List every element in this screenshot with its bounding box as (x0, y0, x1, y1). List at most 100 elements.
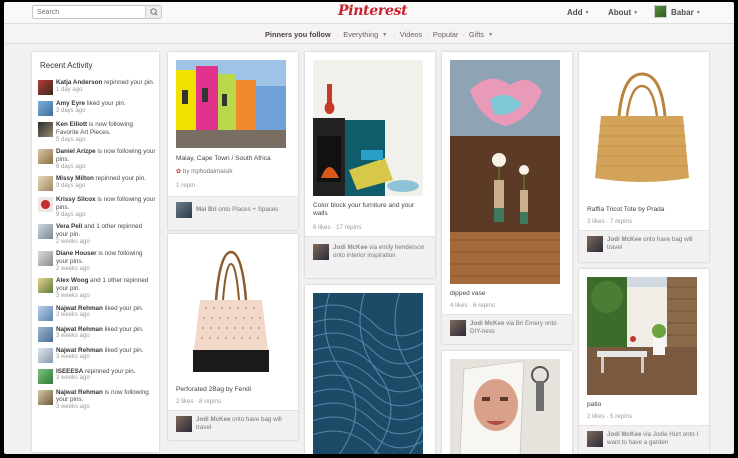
chevron-down-icon: ▼ (382, 32, 388, 38)
activity-user[interactable]: Missy Milton (56, 175, 94, 182)
activity-item[interactable]: Missy Milton repinned your pin. 9 days ag… (38, 175, 156, 192)
pinterest-logo[interactable]: Pinterest (338, 3, 408, 19)
everything-menu[interactable]: Everything ▼ (343, 30, 389, 39)
activity-user[interactable]: Ken Elliott (56, 121, 87, 128)
activity-thumbnail[interactable] (38, 251, 53, 267)
activity-item[interactable]: Vera Pell and 1 other repinned your pin.… (38, 223, 156, 246)
activity-user[interactable]: Katja Anderson (56, 79, 102, 86)
pin-perforated-bag[interactable]: Perforated 2Bag by Fendi 2 likes · 8 rep… (168, 234, 298, 440)
add-menu[interactable]: Add ▼ (567, 8, 590, 17)
activity-user[interactable]: ISEEESA (56, 368, 83, 375)
pin-via[interactable]: via Jodie Hurt (643, 431, 681, 438)
activity-thumbnail[interactable] (38, 149, 53, 165)
user-avatar[interactable] (654, 5, 667, 18)
pin-cape-town[interactable]: Malay, Cape Town / South Africa ✿ by mph… (168, 52, 298, 230)
activity-user[interactable]: Najwat Rehman (56, 389, 103, 396)
pinner-avatar[interactable] (176, 202, 192, 218)
activity-item[interactable]: Krissy Silcox is now following your pins… (38, 196, 156, 219)
pin-raffia-tote[interactable]: Raffia Tricot Tote by Prada 3 likes · 7 … (579, 52, 709, 262)
user-menu[interactable]: Babar ▼ (671, 8, 701, 17)
pinner-name[interactable]: Jodi McKee (470, 320, 504, 327)
pin-color-block[interactable]: Color block your furniture and your wall… (305, 52, 435, 278)
pin-board[interactable]: onto interior inspiration (333, 252, 396, 259)
popular-link[interactable]: Popular (433, 30, 458, 39)
activity-item[interactable]: Najwat Rehman liked your pin. 3 weeks ago (38, 305, 156, 322)
pinner-name[interactable]: Jodi McKee (607, 236, 641, 243)
activity-item[interactable]: Najwat Rehman liked your pin. 3 weeks ago (38, 326, 156, 343)
pin-board[interactable]: onto Places + Spaces (218, 206, 278, 213)
activity-thumbnail[interactable] (38, 278, 53, 294)
pinner-avatar[interactable] (587, 431, 603, 447)
activity-time: 9 days ago (56, 211, 86, 218)
activity-thumbnail[interactable] (38, 176, 53, 192)
activity-thumbnail[interactable] (38, 347, 53, 363)
activity-time: 3 weeks ago (56, 404, 90, 411)
activity-thumbnail[interactable] (38, 326, 53, 342)
pin-patio[interactable]: patio 2 likes · 5 repins Jodi McKee via … (579, 269, 709, 454)
activity-thumbnail[interactable] (38, 197, 53, 213)
pinners-you-follow-link[interactable]: Pinners you follow (265, 30, 331, 39)
activity-item[interactable]: Diane Houser is now following your pins.… (38, 250, 156, 273)
pin-via[interactable]: via emily henderson (369, 244, 424, 251)
search-button[interactable] (145, 6, 161, 18)
activity-user[interactable]: Alex Woog (56, 277, 88, 284)
activity-user[interactable]: Najwat Rehman (56, 347, 103, 354)
pin-via[interactable]: via Bri Emery (506, 320, 543, 327)
activity-thumbnail[interactable] (38, 224, 53, 240)
activity-user[interactable]: Daniel Arizpe (56, 148, 96, 155)
activity-item[interactable]: Alex Woog and 1 other repinned your pin.… (38, 277, 156, 300)
search-box[interactable] (32, 5, 162, 19)
activity-thumbnail[interactable] (38, 305, 53, 321)
pin-image[interactable] (450, 60, 560, 284)
pin-image[interactable] (587, 277, 697, 395)
videos-link[interactable]: Videos (400, 30, 422, 39)
pin-source-text[interactable]: by mphodaimaisik (183, 168, 233, 175)
activity-user[interactable]: Diane Houser (56, 250, 97, 257)
activity-item[interactable]: ISEEESA repinned your pin. 3 weeks ago (38, 368, 156, 385)
pinner-avatar[interactable] (176, 416, 192, 432)
activity-time: 3 weeks ago (56, 312, 90, 319)
pin-dipped-vase[interactable]: dipped vase 4 likes · 6 repins Jodi McKe… (442, 52, 572, 344)
pin-image[interactable] (313, 60, 423, 196)
activity-user[interactable]: Amy Eyre (56, 100, 85, 107)
pin-image[interactable] (176, 60, 286, 148)
gifts-menu[interactable]: Gifts ▼ (469, 30, 495, 39)
pinner-name[interactable]: Mai Bri (196, 206, 217, 213)
pinner-avatar[interactable] (587, 236, 603, 252)
pinner-name[interactable]: Jodi McKee (607, 431, 641, 438)
pinner-name[interactable]: Jodi McKee (196, 416, 230, 423)
activity-thumbnail[interactable] (38, 101, 53, 116)
pin-blue-pattern[interactable] (305, 285, 435, 454)
pin-image[interactable] (587, 60, 697, 200)
activity-item[interactable]: Najwat Rehman liked your pin. 3 weeks ago (38, 347, 156, 364)
activity-text: liked your pin. (86, 100, 126, 107)
activity-text: liked your pin. (104, 346, 144, 354)
activity-thumbnail[interactable] (38, 368, 53, 384)
activity-item[interactable]: Katja Anderson repinned your pin. 1 day a… (38, 79, 156, 96)
pin-attribution: Jodi McKee via emily henderson onto inte… (305, 236, 435, 278)
pinner-name[interactable]: Jodi McKee (333, 244, 367, 251)
pin-image[interactable] (450, 359, 560, 454)
activity-thumbnail[interactable] (38, 80, 53, 95)
activity-user[interactable]: Najwat Rehman (56, 326, 103, 333)
activity-thumbnail[interactable] (38, 389, 53, 405)
pin-image[interactable] (176, 242, 286, 380)
activity-user[interactable]: Vera Pell (56, 223, 82, 230)
activity-time: 3 weeks ago (56, 375, 90, 382)
search-input[interactable] (33, 6, 145, 18)
activity-item[interactable]: Najwat Rehman is now following your pins… (38, 389, 156, 412)
about-menu[interactable]: About ▼ (608, 8, 638, 17)
pinner-avatar[interactable] (450, 320, 466, 336)
chevron-down-icon: ▼ (488, 32, 494, 38)
activity-user[interactable]: Najwat Rehman (56, 305, 103, 312)
pinner-avatar[interactable] (313, 244, 329, 260)
activity-item[interactable]: Ken Elliott is now following Favorite Ar… (38, 121, 156, 144)
activity-thumbnail[interactable] (38, 122, 53, 137)
activity-item[interactable]: Amy Eyre liked your pin. 3 days ago (38, 100, 156, 117)
activity-user[interactable]: Krissy Silcox (56, 196, 96, 203)
pin-hanging-poster[interactable] (442, 351, 572, 454)
recent-activity-panel: Recent Activity Katja Anderson repinned … (32, 52, 159, 452)
activity-item[interactable]: Daniel Arizpe is now following your pins… (38, 148, 156, 171)
pin-image[interactable] (313, 293, 423, 454)
pin-attribution: Jodi McKee onto have bag will travel (168, 410, 298, 440)
